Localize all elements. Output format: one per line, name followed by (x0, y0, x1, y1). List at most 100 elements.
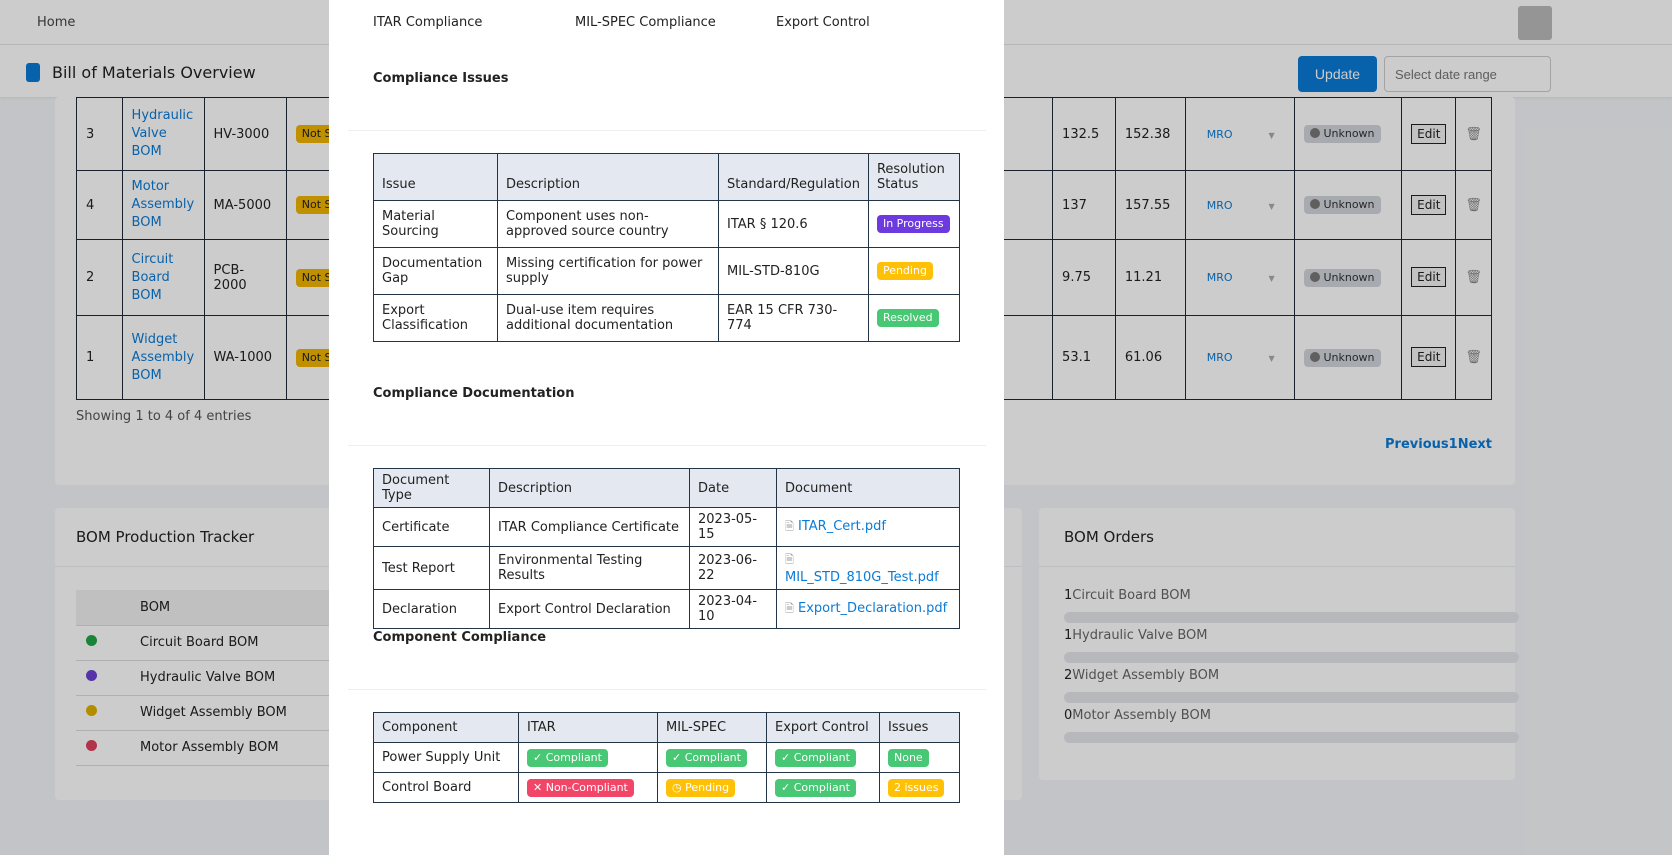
edit-button[interactable]: Edit (1411, 194, 1447, 215)
issue-row: Documentation Gap Missing certification f… (373, 247, 961, 295)
state-badge: Unknown (1304, 348, 1381, 367)
edit-button[interactable]: Edit (1411, 267, 1447, 287)
update-button[interactable]: Update (1298, 56, 1377, 92)
description: Dual-use item requires additional docume… (506, 303, 674, 333)
trash-icon[interactable]: 🗑 (1455, 239, 1492, 316)
order-name: Widget Assembly BOM (1072, 668, 1220, 683)
doc-link[interactable]: ITAR_Cert.pdf (798, 519, 886, 534)
order-progress-bar (1064, 732, 1519, 743)
compliance-modal: ITAR Compliance MIL-SPEC Compliance Expo… (329, 0, 1004, 855)
doc-description: Environmental Testing Results (498, 553, 643, 583)
type-select[interactable]: MRO (1207, 199, 1233, 212)
component-row: Power Supply Unit ✓ Compliant ✓ Compliant ✓… (373, 742, 960, 773)
status-dot-icon (86, 705, 97, 716)
doc-link[interactable]: Export_Declaration.pdf (798, 601, 947, 616)
docs-header: Date (698, 480, 730, 496)
docs-header: Document (785, 480, 853, 496)
issues-header: Issue (382, 177, 416, 192)
docs-header: Description (498, 480, 573, 496)
standard: EAR 15 CFR 730-774 (727, 303, 838, 333)
price: 61.06 (1124, 350, 1163, 365)
doc-row: Test Report Environmental Testing Results… (373, 546, 960, 590)
compliance-text: Compliant (793, 780, 850, 794)
components-header: Component (382, 720, 458, 735)
doc-type: Test Report (382, 560, 455, 576)
bom-code: WA-1000 (213, 350, 273, 365)
description: Missing certification for power supply (506, 256, 703, 286)
doc-row: Certificate ITAR Compliance Certificate 20… (373, 507, 960, 547)
bom-orders-card: BOM Orders 1Circuit Board BOM 1Hydraulic … (1039, 508, 1519, 780)
bom-link[interactable]: Circuit Board BOM (132, 252, 174, 303)
edit-button[interactable]: Edit (1411, 123, 1447, 144)
row-id: 2 (86, 270, 95, 285)
trash-icon[interactable]: 🗑 (1455, 170, 1492, 240)
doc-link[interactable]: MIL_STD_810G_Test.pdf (785, 570, 939, 585)
doc-type: Certificate (382, 519, 450, 535)
page-1[interactable]: 1 (1449, 437, 1458, 452)
state-text: Unknown (1323, 270, 1375, 284)
chevron-down-icon: ▼ (1268, 354, 1275, 363)
components-header: MIL-SPEC (666, 720, 727, 735)
doc-row: Declaration Export Control Declaration 202… (373, 589, 960, 629)
compliance-badge: ◷ Pending (666, 778, 736, 797)
price: 11.21 (1124, 270, 1163, 285)
order-item: 1Circuit Board BOM (1064, 588, 1519, 628)
type-select[interactable]: MRO (1207, 271, 1233, 284)
type-select[interactable]: MRO (1207, 351, 1233, 364)
pdf-file-icon: 🗎 (785, 519, 794, 533)
cost: 53.1 (1062, 350, 1091, 365)
issue: Material Sourcing (382, 209, 439, 239)
component-name: Control Board (382, 780, 472, 795)
pdf-file-icon: 🗎 (785, 601, 794, 615)
component-row: Control Board ✕ Non-Compliant ◷ Pending ✓ C… (373, 772, 960, 803)
page-title: Bill of Materials Overview (52, 63, 256, 82)
order-name: Hydraulic Valve BOM (1072, 628, 1208, 643)
doc-date: 2023-05-15 (698, 512, 758, 542)
issues-header: Standard/Regulation (727, 177, 860, 192)
prev-button[interactable]: Previous (1385, 437, 1449, 452)
docs-table: Document Type Description Date Document Cert… (373, 468, 960, 629)
bom-link[interactable]: Motor Assembly BOM (132, 179, 195, 230)
compliance-badge: ✓ Compliant (775, 778, 856, 797)
compliance-text: Compliant (545, 750, 602, 764)
standard: MIL-STD-810G (727, 263, 820, 279)
type-select[interactable]: MRO (1207, 128, 1233, 141)
resolution-badge: Resolved (876, 309, 939, 327)
bom-code: PCB-2000 (213, 262, 247, 293)
issue: Export Classification (382, 303, 469, 333)
bom-link[interactable]: Widget Assembly BOM (132, 332, 195, 383)
compliance-text: Compliant (684, 750, 741, 764)
cost: 132.5 (1062, 126, 1100, 142)
compliance-text: None (894, 750, 923, 764)
compliance-badge: ✕ Non-Compliant (527, 778, 634, 797)
compliance-badge: ✓ Compliant (775, 748, 856, 767)
trash-icon[interactable]: 🗑 (1455, 97, 1492, 171)
issues-table: Issue Description Standard/Regulation Resol… (373, 153, 961, 342)
compliance-badge: ✓ Compliant (527, 748, 608, 767)
order-name: Motor Assembly BOM (1072, 708, 1211, 723)
avatar[interactable] (1518, 6, 1552, 40)
tab-itar[interactable]: ITAR Compliance (373, 15, 482, 30)
question-icon (1310, 128, 1321, 138)
bom-link[interactable]: Hydraulic Valve BOM (132, 108, 194, 159)
cost: 9.75 (1062, 270, 1091, 285)
bom-code: MA-5000 (213, 197, 272, 213)
trash-icon[interactable]: 🗑 (1455, 315, 1492, 400)
next-button[interactable]: Next (1458, 437, 1492, 452)
chevron-down-icon: ▼ (1268, 130, 1275, 140)
nav-home[interactable]: Home (37, 15, 75, 30)
orders-title: BOM Orders (1064, 528, 1154, 546)
docs-header: Document Type (382, 473, 450, 503)
date-range-input[interactable] (1384, 56, 1551, 92)
tab-export[interactable]: Export Control (776, 15, 870, 30)
clipboard-icon (26, 63, 40, 82)
cost: 137 (1062, 197, 1087, 213)
tracker-bom-name: Motor Assembly BOM (140, 740, 279, 755)
chevron-down-icon: ▼ (1268, 201, 1275, 211)
compliance-text: Compliant (793, 750, 850, 764)
tab-milspec[interactable]: MIL-SPEC Compliance (575, 15, 716, 30)
order-item: 1Hydraulic Valve BOM (1064, 628, 1519, 668)
edit-button[interactable]: Edit (1411, 347, 1447, 367)
components-header: Export Control (775, 720, 869, 735)
issues-header: Resolution Status (876, 162, 945, 192)
